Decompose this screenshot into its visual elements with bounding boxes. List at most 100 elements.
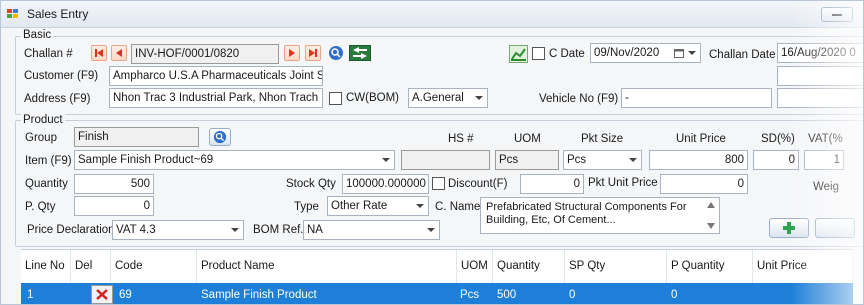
previous-icon [116, 49, 122, 57]
cell-line-no: 1 [27, 289, 34, 301]
account-type-select[interactable]: A.General [408, 88, 488, 108]
weight-label: Weig [813, 181, 839, 193]
column-header-line-no[interactable]: Line No [21, 250, 71, 283]
scroll-up-icon[interactable] [707, 202, 715, 208]
search-icon [329, 46, 343, 60]
window-title: Sales Entry [27, 7, 89, 21]
c-date-label: C Date [549, 48, 585, 60]
scroll-down-icon[interactable] [707, 223, 715, 229]
column-header-label: SP Qty [569, 260, 606, 272]
plus-icon [783, 222, 795, 234]
stock-qty-field[interactable]: 100000.000000 [342, 174, 429, 194]
customer-extra-field[interactable] [777, 66, 863, 86]
sd-label: SD(%) [761, 133, 795, 145]
quantity-label: Quantity [25, 178, 68, 190]
item-select[interactable]: Sample Finish Product~69 [74, 150, 395, 170]
challan-date-field[interactable]: 16/Aug/2020 0 [777, 43, 863, 63]
chart-button[interactable] [509, 45, 528, 63]
title-bar: Sales Entry [1, 1, 863, 28]
customer-field[interactable]: Ampharco U.S.A Pharmaceuticals Joint Sto… [109, 66, 323, 86]
column-header-label: Line No [25, 260, 65, 272]
delete-row-button[interactable] [91, 285, 113, 304]
search-challan-button[interactable] [328, 45, 344, 61]
chevron-down-icon [688, 51, 696, 55]
chevron-down-icon [382, 158, 390, 162]
product-group-label: Product [21, 114, 65, 126]
last-icon [309, 49, 317, 57]
table-row[interactable]: 1 69 Sample Finish Product Pcs 500 0 0 [21, 283, 853, 304]
group-search-button[interactable] [209, 128, 231, 146]
type-label: Type [294, 201, 319, 213]
chevron-down-icon [427, 228, 435, 232]
address-field[interactable]: Nhon Trac 3 Industrial Park, Nhon Trach … [109, 88, 323, 108]
column-header-uom[interactable]: UOM [457, 250, 493, 283]
group-field[interactable]: Finish [74, 127, 199, 147]
customer-label: Customer (F9) [24, 70, 99, 82]
pkt-size-select[interactable]: Pcs [563, 150, 642, 170]
column-header-label: Del [75, 260, 93, 272]
column-header-p-quantity[interactable]: P Quantity [667, 250, 753, 283]
column-header-quantity[interactable]: Quantity [493, 250, 565, 283]
cell-sp-qty: 0 [569, 289, 576, 301]
p-qty-field[interactable]: 0 [74, 196, 154, 216]
last-record-button[interactable] [305, 45, 321, 61]
group-label: Group [25, 132, 57, 144]
cw-bom-checkbox[interactable] [329, 92, 342, 105]
type-select[interactable]: Other Rate [327, 196, 429, 216]
cell-p-quantity: 0 [671, 289, 678, 301]
c-date-value: 09/Nov/2020 [594, 47, 660, 59]
discount-field[interactable]: 0 [520, 174, 584, 194]
add-item-button[interactable] [769, 218, 809, 238]
c-date-checkbox[interactable] [532, 47, 545, 60]
chevron-down-icon [231, 228, 239, 232]
column-header-label: Product Name [201, 260, 275, 272]
column-header-code[interactable]: Code [111, 250, 197, 283]
hs-code-field[interactable] [401, 150, 490, 170]
chart-icon [511, 48, 526, 61]
challan-label: Challan # [24, 48, 73, 60]
discount-checkbox[interactable] [432, 177, 445, 190]
bom-ref-label: BOM Ref. [253, 224, 304, 236]
vehicle-extra-field[interactable] [777, 88, 863, 108]
c-name-field[interactable]: Prefabricated Structural Components For … [480, 197, 720, 234]
vat-field[interactable]: 1 [804, 150, 844, 170]
hs-label: HS # [448, 133, 474, 145]
sd-field[interactable]: 0 [753, 150, 799, 170]
pkt-unit-price-field[interactable]: 0 [660, 174, 748, 194]
chevron-down-icon [475, 96, 483, 100]
column-header-label: Unit Price [757, 260, 807, 272]
pkt-size-value: Pcs [567, 154, 587, 166]
vehicle-label: Vehicle No (F9) [539, 93, 619, 105]
challan-number-field[interactable]: INV-HOF/0001/0820 [131, 44, 279, 64]
next-record-button[interactable] [284, 45, 300, 61]
column-header-del[interactable]: Del [71, 250, 111, 283]
minimize-button[interactable] [821, 7, 853, 22]
price-declaration-value: VAT 4.3 [116, 224, 156, 236]
refresh-button[interactable] [349, 45, 371, 61]
pkt-size-label: Pkt Size [581, 133, 624, 145]
account-type-value: A.General [412, 92, 464, 104]
uom-label: UOM [514, 133, 541, 145]
column-header-label: UOM [461, 260, 488, 272]
remove-item-button[interactable] [815, 218, 855, 238]
first-record-button[interactable] [91, 45, 107, 61]
c-date-picker[interactable]: 09/Nov/2020 [590, 43, 701, 63]
bom-ref-select[interactable]: NA [303, 220, 440, 240]
price-declaration-select[interactable]: VAT 4.3 [112, 220, 244, 240]
cell-uom: Pcs [460, 289, 480, 301]
c-name-value: Prefabricated Structural Components For … [486, 201, 687, 226]
column-header-label: Code [115, 260, 143, 272]
column-header-product-name[interactable]: Product Name [197, 250, 457, 283]
cell-product-name: Sample Finish Product [201, 289, 317, 301]
unit-price-field[interactable]: 800 [649, 150, 748, 170]
vehicle-field[interactable]: - [621, 88, 772, 108]
quantity-field[interactable]: 500 [74, 174, 154, 194]
column-header-sp-qty[interactable]: SP Qty [565, 250, 667, 283]
previous-record-button[interactable] [111, 45, 127, 61]
bom-ref-value: NA [307, 224, 323, 236]
column-header-unit-price[interactable]: Unit Price [753, 250, 853, 283]
c-name-label: C. Name [435, 201, 481, 213]
column-header-label: Quantity [497, 260, 540, 272]
uom-field[interactable]: Pcs [495, 150, 559, 170]
swap-icon [353, 47, 367, 59]
